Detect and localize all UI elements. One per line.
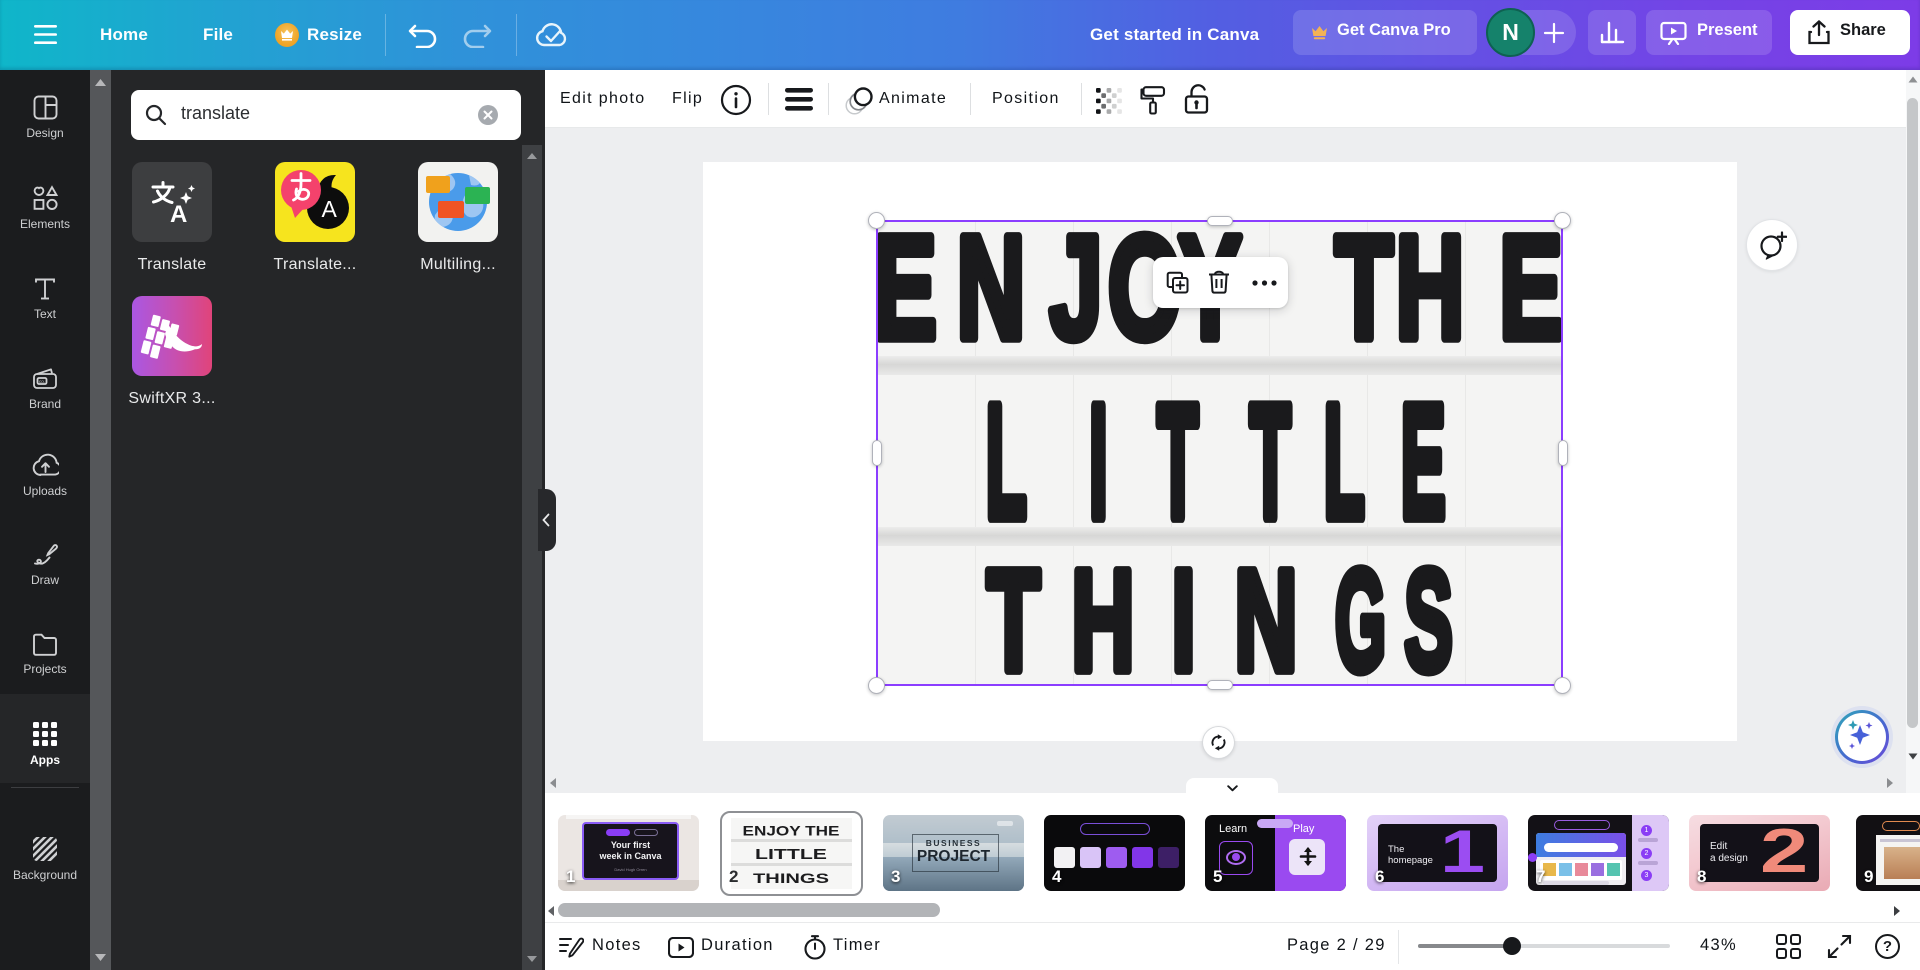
- svg-text:THINGS: THINGS: [753, 870, 829, 886]
- svg-text:A: A: [170, 201, 187, 225]
- svg-text:co.: co.: [39, 379, 45, 384]
- svg-text:A: A: [322, 196, 338, 222]
- svg-text:ENJOY THE: ENJOY THE: [743, 823, 840, 839]
- svg-text:LITTLE: LITTLE: [755, 847, 827, 863]
